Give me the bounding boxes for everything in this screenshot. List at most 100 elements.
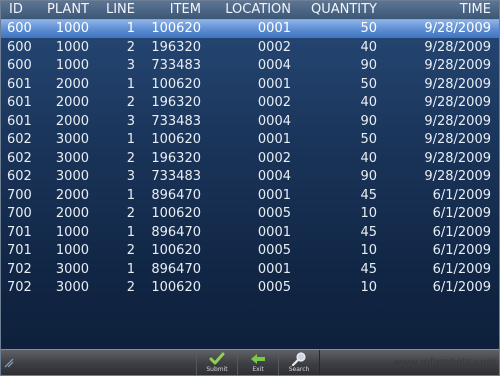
cell-plant: 2000 <box>55 95 89 110</box>
cell-line: 2 <box>126 280 135 295</box>
cell-item: 100620 <box>151 206 201 221</box>
cell-time: 6/1/2009 <box>432 224 491 240</box>
cell-time: 6/1/2009 <box>432 187 491 203</box>
cell-plant: 1000 <box>55 224 89 240</box>
cell-id: 601 <box>7 95 32 110</box>
cell-id: 702 <box>7 261 32 277</box>
cell-item: 100620 <box>151 76 201 92</box>
cell-quantity: 10 <box>360 243 377 258</box>
cell-time: 9/28/2009 <box>424 150 491 166</box>
cell-location: 0005 <box>257 243 291 258</box>
cell-item: 100620 <box>151 243 201 258</box>
cell-item: 733483 <box>151 113 201 129</box>
cell-line: 1 <box>126 261 135 277</box>
cell-item: 196320 <box>151 95 201 110</box>
cell-quantity: 40 <box>360 39 377 55</box>
cell-quantity: 90 <box>360 58 377 73</box>
cell-location: 0002 <box>257 39 291 55</box>
cell-id: 602 <box>7 169 32 184</box>
cell-line: 2 <box>126 243 135 258</box>
watermark-text: www.mfgrobots.com <box>393 357 496 368</box>
column-header-plant[interactable]: PLANT <box>37 1 89 19</box>
exit-label: Exit <box>252 366 264 373</box>
cell-id: 600 <box>7 21 32 36</box>
table-row[interactable]: 602 3000 2 196320 0002 40 9/28/2009 <box>1 150 499 168</box>
cell-item: 100620 <box>151 280 201 295</box>
cell-quantity: 45 <box>360 224 377 240</box>
cell-quantity: 10 <box>360 280 377 295</box>
cell-time: 6/1/2009 <box>432 206 491 221</box>
cell-time: 9/28/2009 <box>424 21 491 36</box>
cell-time: 9/28/2009 <box>424 39 491 55</box>
cell-line: 2 <box>126 39 135 55</box>
cell-quantity: 10 <box>360 206 377 221</box>
cell-line: 1 <box>126 187 135 203</box>
cell-plant: 1000 <box>55 39 89 55</box>
cell-plant: 2000 <box>55 113 89 129</box>
cell-time: 6/1/2009 <box>432 280 491 295</box>
table-row[interactable]: 601 2000 1 100620 0001 50 9/28/2009 <box>1 76 499 94</box>
cell-quantity: 50 <box>360 21 377 36</box>
cell-location: 0005 <box>257 280 291 295</box>
column-header-item[interactable]: ITEM <box>141 1 201 19</box>
column-header-time[interactable]: TIME <box>391 1 491 19</box>
cell-id: 700 <box>7 206 32 221</box>
cell-time: 9/28/2009 <box>424 113 491 129</box>
cell-id: 702 <box>7 280 32 295</box>
table-row[interactable]: 700 2000 2 100620 0005 10 6/1/2009 <box>1 205 499 223</box>
search-button[interactable]: Search <box>278 350 320 375</box>
table-row[interactable]: 701 1000 1 896470 0001 45 6/1/2009 <box>1 224 499 242</box>
exit-button[interactable]: Exit <box>237 350 279 375</box>
cell-quantity: 45 <box>360 261 377 277</box>
cell-item: 896470 <box>151 224 201 240</box>
cell-line: 3 <box>126 113 135 129</box>
arrow-left-icon <box>251 354 265 364</box>
column-header-location[interactable]: LOCATION <box>221 1 291 19</box>
cell-location: 0002 <box>257 150 291 166</box>
cell-id: 701 <box>7 243 32 258</box>
table-row[interactable]: 601 2000 2 196320 0002 40 9/28/2009 <box>1 94 499 112</box>
table-row[interactable]: 601 2000 3 733483 0004 90 9/28/2009 <box>1 113 499 131</box>
cell-plant: 1000 <box>55 21 89 36</box>
cell-time: 9/28/2009 <box>424 95 491 110</box>
cell-plant: 1000 <box>55 243 89 258</box>
submit-label: Submit <box>206 366 228 373</box>
table-row[interactable]: 702 3000 1 896470 0001 45 6/1/2009 <box>1 261 499 279</box>
cell-time: 9/28/2009 <box>424 58 491 73</box>
table-row[interactable]: 602 3000 3 733483 0004 90 9/28/2009 <box>1 168 499 186</box>
column-header-line[interactable]: LINE <box>99 1 135 19</box>
cell-item: 733483 <box>151 169 201 184</box>
table-row[interactable]: 600 1000 3 733483 0004 90 9/28/2009 <box>1 57 499 75</box>
table-row[interactable]: 602 3000 1 100620 0001 50 9/28/2009 <box>1 131 499 149</box>
cell-plant: 3000 <box>55 150 89 166</box>
search-label: Search <box>288 366 310 373</box>
cell-location: 0001 <box>257 132 291 147</box>
cell-line: 1 <box>126 21 135 36</box>
cell-item: 100620 <box>151 21 201 36</box>
cell-time: 9/28/2009 <box>424 76 491 92</box>
table-row[interactable]: 702 3000 2 100620 0005 10 6/1/2009 <box>1 279 499 297</box>
cell-item: 196320 <box>151 39 201 55</box>
cell-quantity: 40 <box>360 95 377 110</box>
cell-location: 0002 <box>257 95 291 110</box>
cell-location: 0001 <box>257 261 291 277</box>
cell-line: 2 <box>126 206 135 221</box>
cell-location: 0001 <box>257 21 291 36</box>
table-row[interactable]: 701 1000 2 100620 0005 10 6/1/2009 <box>1 242 499 260</box>
cell-quantity: 50 <box>360 132 377 147</box>
cell-line: 1 <box>126 224 135 240</box>
cell-line: 2 <box>126 150 135 166</box>
table-row[interactable]: 700 2000 1 896470 0001 45 6/1/2009 <box>1 187 499 205</box>
cell-plant: 3000 <box>55 280 89 295</box>
cell-id: 600 <box>7 58 32 73</box>
cell-plant: 3000 <box>55 132 89 147</box>
column-header-quantity[interactable]: QUANTITY <box>301 1 377 19</box>
cell-time: 6/1/2009 <box>432 261 491 277</box>
cell-plant: 3000 <box>55 169 89 184</box>
cell-plant: 2000 <box>55 187 89 203</box>
submit-button[interactable]: Submit <box>196 350 238 375</box>
cell-line: 2 <box>126 95 135 110</box>
cell-line: 1 <box>126 76 135 92</box>
table-row[interactable]: 600 1000 2 196320 0002 40 9/28/2009 <box>1 39 499 57</box>
table-row[interactable]: 600 1000 1 100620 0001 50 9/28/2009 <box>1 20 499 38</box>
